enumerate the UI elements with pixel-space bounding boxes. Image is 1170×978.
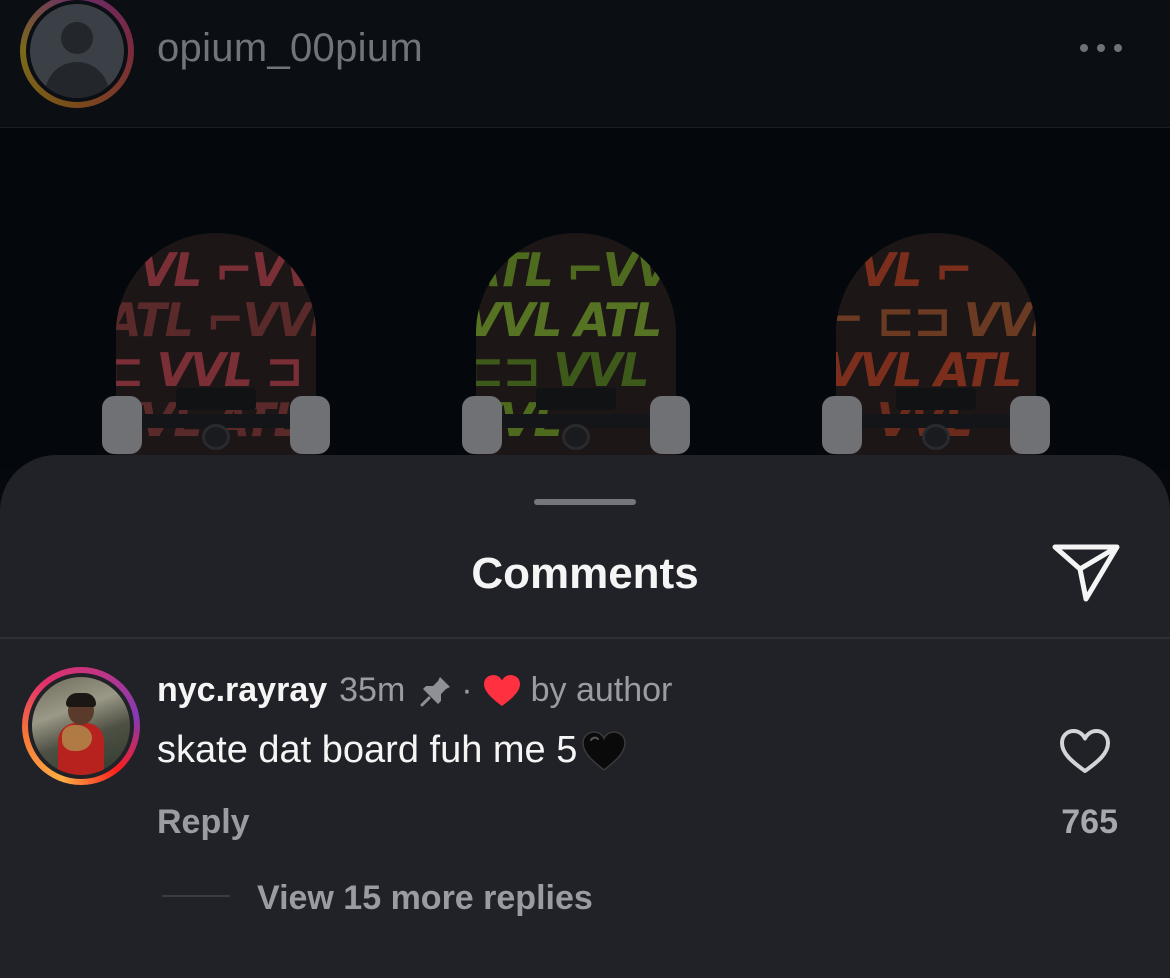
comment-username[interactable]: nyc.rayray	[157, 671, 327, 710]
post-header: opium_00pium	[0, 0, 1170, 128]
post-image: VVL ⌐VVL ATL ⌐VVL ⊏ VVL ⊐ VVL ATL ATL ⌐V…	[0, 129, 1170, 469]
pin-icon	[420, 676, 451, 706]
commenter-avatar[interactable]	[22, 667, 140, 785]
comment-meta: nyc.rayray 35m · by author	[157, 671, 672, 710]
skateboard-image-green: ATL ⌐VVL VVL ATL ⊏⊐ VVL VVL ⌐	[462, 233, 690, 469]
comment-timestamp: 35m	[339, 671, 406, 709]
paper-plane-icon[interactable]	[1050, 539, 1122, 605]
comment-text-row: skate dat board fuh me 5	[157, 729, 627, 772]
default-avatar-icon	[30, 4, 124, 98]
like-count: 765	[1061, 803, 1118, 841]
sheet-grabber-handle[interactable]	[534, 499, 636, 505]
replies-indent-line	[162, 895, 230, 897]
liked-by-author-label: by author	[530, 671, 673, 709]
meta-separator: ·	[461, 671, 473, 709]
black-heart-icon	[582, 730, 627, 771]
post-username[interactable]: opium_00pium	[157, 26, 423, 71]
comment-text: skate dat board fuh me 5	[157, 729, 578, 771]
skateboard-image-orange: VVL ⌐ ⌐ ⊏⊐ VVL VVL ATL ⌐ VVL	[822, 233, 1050, 469]
view-more-replies-button[interactable]: View 15 more replies	[257, 879, 593, 918]
comment-item: nyc.rayray 35m · by author skate dat boa…	[0, 639, 1170, 978]
heart-outline-icon[interactable]	[1058, 727, 1112, 775]
comments-sheet: Comments nyc.rayray 35m · by author skat…	[0, 455, 1170, 978]
sheet-title: Comments	[471, 549, 699, 598]
ellipsis-horizontal-icon[interactable]	[1080, 44, 1122, 52]
skateboard-image-red: VVL ⌐VVL ATL ⌐VVL ⊏ VVL ⊐ VVL ATL	[102, 233, 330, 469]
post-avatar[interactable]	[20, 0, 134, 108]
heart-icon-red	[483, 674, 520, 706]
reply-button[interactable]: Reply	[157, 803, 250, 842]
